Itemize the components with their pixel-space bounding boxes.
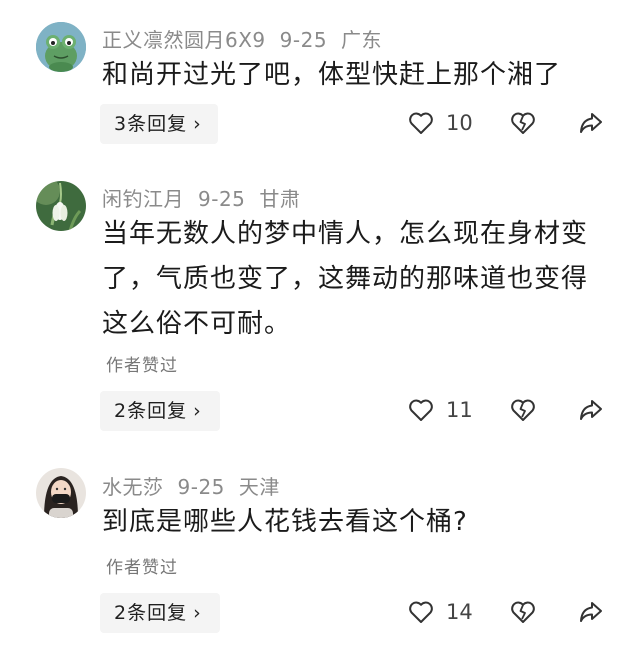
reply-count-label: 2条回复	[114, 602, 188, 624]
comment-text: 到底是哪些人花钱去看这个桶?	[102, 507, 468, 537]
share-arrow-icon	[580, 400, 602, 420]
view-replies-button[interactable]: 2条回复 ›	[100, 593, 220, 633]
chevron-right-icon: ›	[193, 113, 202, 135]
view-replies-button[interactable]: 2条回复 ›	[100, 391, 220, 431]
heart-outline-icon	[409, 601, 433, 623]
heart-outline-icon	[409, 112, 433, 134]
dislike-button[interactable]	[510, 600, 536, 624]
share-button[interactable]	[578, 397, 604, 423]
dislike-button[interactable]	[510, 398, 536, 422]
comment-meta: 正义凛然圆月6X9 9-25 广东	[102, 24, 396, 53]
author-liked-badge: 作者赞过	[106, 356, 178, 376]
comment-text: 和尚开过光了吧，体型快赶上那个湘了	[102, 60, 562, 90]
reply-count-label: 3条回复	[114, 113, 188, 135]
like-count: 10	[446, 111, 473, 135]
chevron-right-icon: ›	[193, 400, 202, 422]
user-avatar[interactable]	[36, 22, 86, 72]
dislike-button[interactable]	[510, 111, 536, 135]
comment-location: 甘肃	[259, 187, 301, 211]
broken-heart-icon	[511, 601, 535, 623]
like-button[interactable]: 14	[408, 600, 473, 624]
masked-person-avatar-icon	[36, 468, 86, 518]
share-arrow-icon	[580, 602, 602, 622]
like-count: 14	[446, 600, 473, 624]
frog-avatar-icon	[36, 22, 86, 72]
like-button[interactable]: 11	[408, 398, 473, 422]
author-liked-badge: 作者赞过	[106, 558, 178, 578]
heart-outline-icon	[409, 399, 433, 421]
chevron-right-icon: ›	[193, 602, 202, 624]
view-replies-button[interactable]: 3条回复 ›	[100, 104, 218, 144]
share-button[interactable]	[578, 110, 604, 136]
share-arrow-icon	[580, 113, 602, 133]
comment-text: 当年无数人的梦中情人，怎么现在身材变了，气质也变了，这舞动的那味道也变得这么俗不…	[102, 219, 589, 339]
user-avatar[interactable]	[36, 468, 86, 518]
comment-meta: 闲钓江月 9-25 甘肃	[102, 183, 314, 212]
reply-count-label: 2条回复	[114, 400, 188, 422]
comment-date: 9-25	[198, 187, 246, 211]
username[interactable]: 水无莎	[102, 475, 164, 499]
comment-meta: 水无莎 9-25 天津	[102, 471, 294, 500]
snowdrop-flower-avatar-icon	[36, 181, 86, 231]
like-button[interactable]: 10	[408, 111, 473, 135]
comment-location: 广东	[341, 28, 383, 52]
comment-date: 9-25	[279, 28, 328, 52]
comment-date: 9-25	[177, 475, 225, 499]
like-count: 11	[446, 398, 473, 422]
username[interactable]: 闲钓江月	[102, 187, 184, 211]
username[interactable]: 正义凛然圆月6X9	[102, 28, 266, 52]
broken-heart-icon	[511, 399, 535, 421]
comment-location: 天津	[238, 475, 280, 499]
share-button[interactable]	[578, 599, 604, 625]
broken-heart-icon	[511, 112, 535, 134]
user-avatar[interactable]	[36, 181, 86, 231]
